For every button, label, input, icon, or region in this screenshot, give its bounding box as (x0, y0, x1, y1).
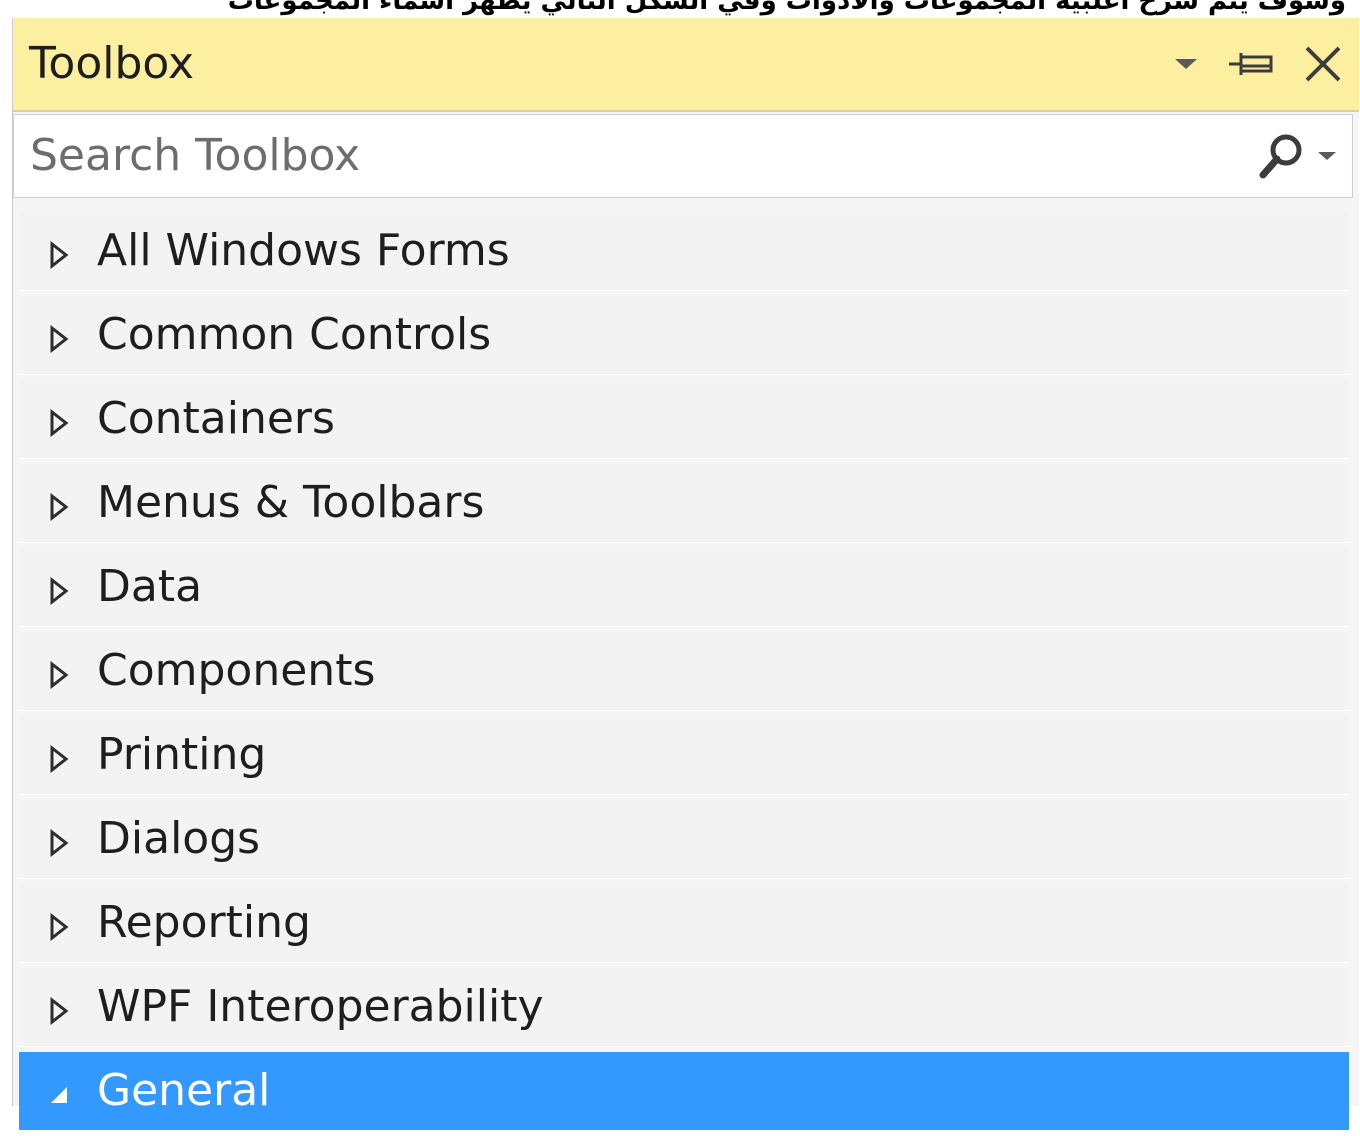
search-icons (1256, 131, 1338, 181)
group-label: Components (97, 645, 376, 696)
group-label: Containers (97, 393, 335, 444)
group-label: Printing (97, 729, 267, 780)
caption-text: وسوف يتم شرح أغلبية المجموعات والأدوات و… (227, 0, 1346, 16)
group-label: Data (97, 561, 203, 612)
expand-arrow-icon (50, 913, 69, 941)
search-input[interactable] (30, 123, 1210, 187)
group-printing[interactable]: Printing (19, 716, 1349, 795)
group-label: All Windows Forms (97, 225, 510, 276)
expand-arrow-icon (50, 409, 69, 437)
expand-arrow-icon (50, 661, 69, 689)
toolbox-group-list: All Windows Forms Common Controls Contai… (19, 212, 1349, 1136)
expand-arrow-icon (50, 325, 69, 353)
collapse-arrow-icon (51, 1087, 67, 1103)
titlebar-icons (1173, 42, 1343, 86)
group-general[interactable]: General (19, 1052, 1349, 1131)
expand-arrow-icon (50, 577, 69, 605)
group-components[interactable]: Components (19, 632, 1349, 711)
expand-arrow-icon (50, 241, 69, 269)
toolbox-titlebar: Toolbox (13, 18, 1359, 112)
group-label: WPF Interoperability (97, 981, 544, 1032)
expand-arrow-icon (50, 493, 69, 521)
close-icon[interactable] (1303, 44, 1343, 84)
group-menus-toolbars[interactable]: Menus & Toolbars (19, 464, 1349, 543)
toolbox-panel: Toolbox Search Toolbox All Windows Forms… (12, 18, 1359, 1131)
expand-arrow-icon (50, 745, 69, 773)
group-common-controls[interactable]: Common Controls (19, 296, 1349, 375)
search-options-dropdown-icon[interactable] (1316, 149, 1338, 163)
group-label: Dialogs (97, 813, 261, 864)
expand-arrow-icon (50, 997, 69, 1025)
search-box (13, 114, 1353, 198)
group-label: Reporting (97, 897, 311, 948)
group-reporting[interactable]: Reporting (19, 884, 1349, 963)
expand-arrow-icon (50, 829, 69, 857)
toolbox-title: Toolbox (29, 38, 194, 89)
group-data[interactable]: Data (19, 548, 1349, 627)
group-all-windows-forms[interactable]: All Windows Forms (19, 212, 1349, 291)
group-label: Common Controls (97, 309, 492, 360)
group-wpf-interoperability[interactable]: WPF Interoperability (19, 968, 1349, 1047)
group-dialogs[interactable]: Dialogs (19, 800, 1349, 879)
pin-icon[interactable] (1227, 49, 1275, 79)
group-containers[interactable]: Containers (19, 380, 1349, 459)
group-label: Menus & Toolbars (97, 477, 485, 528)
search-icon[interactable] (1256, 131, 1306, 181)
group-label: General (97, 1065, 271, 1116)
caption-strip: وسوف يتم شرح أغلبية المجموعات والأدوات و… (0, 0, 1360, 18)
dropdown-arrow-icon[interactable] (1173, 57, 1199, 71)
